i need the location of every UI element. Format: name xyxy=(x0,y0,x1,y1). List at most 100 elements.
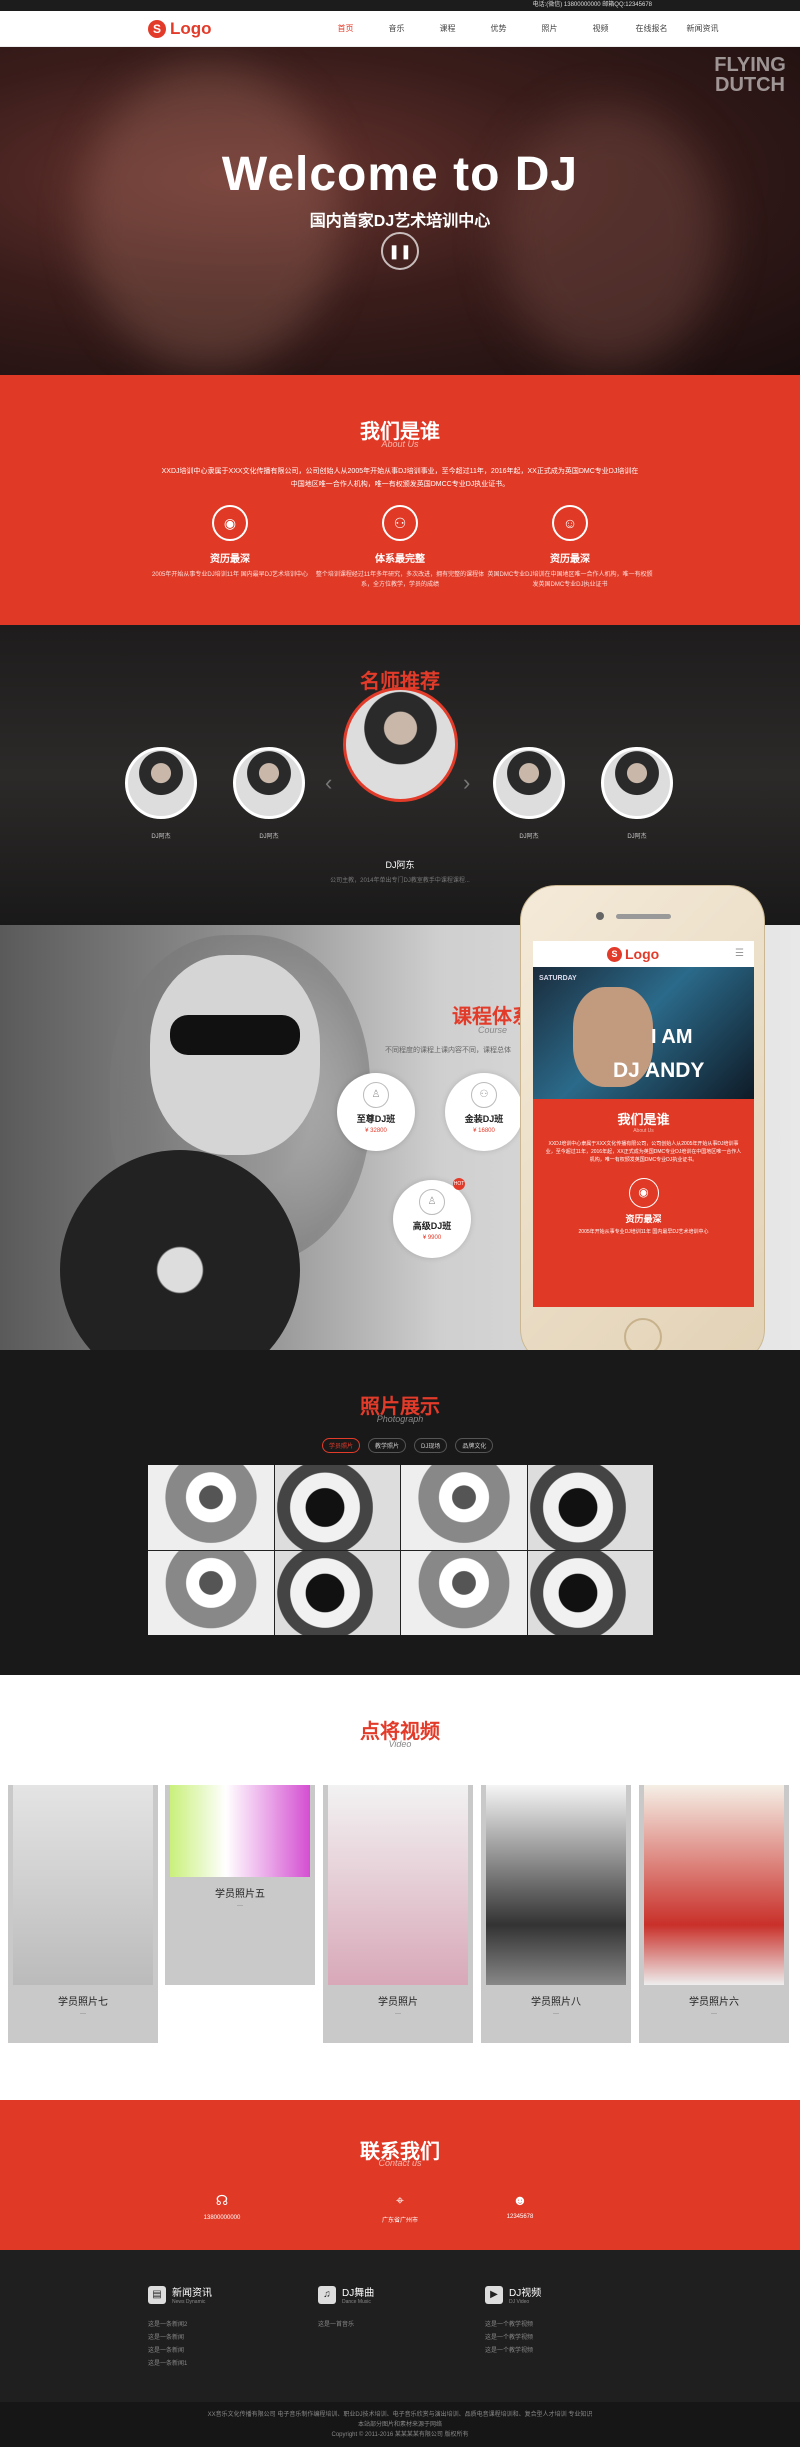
pause-button[interactable]: ❚❚ xyxy=(381,232,419,270)
tab-dj-live[interactable]: DJ现场 xyxy=(414,1438,448,1453)
feature-1: ◉ 资历最深 2005年开始从事专业DJ培训11年 国内最早DJ艺术培训中心 xyxy=(145,505,315,580)
mobile-about-title: 我们是谁 xyxy=(617,1112,670,1127)
photo-item[interactable] xyxy=(274,1550,400,1635)
banner-dj-name: DJ ANDY xyxy=(613,1059,705,1082)
sunglasses-shape xyxy=(170,1015,300,1055)
photo-section: 照片展示 Photograph 学员照片 教学照片 DJ现场 品牌文化 xyxy=(0,1350,800,1675)
teacher-avatar-featured[interactable] xyxy=(343,687,458,802)
copyright-line-2: 本站部分图片和素材来源于网络 xyxy=(357,2422,442,2428)
pause-icon: ❚❚ xyxy=(388,242,412,259)
footer-link[interactable]: 这是一个教学视频 xyxy=(485,2319,645,2332)
logo-icon: S xyxy=(148,20,166,38)
phone-screen: S Logo ☰ SATURDAY I AM DJ ANDY 我们是谁 Abou… xyxy=(533,941,754,1307)
copyright-bar: XX音乐文化传播有限公司 电子音乐制作编程培训、职业DJ技术培训、电子音乐欣赏与… xyxy=(0,2402,800,2447)
network-icon: ⚇ xyxy=(471,1082,497,1108)
course-price: ¥ 16800 xyxy=(473,1128,495,1134)
video-caption: 学员照片五 xyxy=(215,1889,265,1900)
tab-teaching-photos[interactable]: 教学照片 xyxy=(368,1438,407,1453)
video-thumbnail xyxy=(13,1785,153,1985)
course-desc: 不同程度的课程上课内容不同，课程总体 xyxy=(385,1047,511,1054)
nav-item-home[interactable]: 首页 xyxy=(320,11,371,47)
teacher-name: DJ阿杰 xyxy=(627,834,647,840)
course-price: ¥ 32800 xyxy=(365,1128,387,1134)
video-thumbnail xyxy=(644,1785,784,1985)
tab-brand-culture[interactable]: 品牌文化 xyxy=(455,1438,494,1453)
video-card[interactable]: 学员照片 — xyxy=(323,1785,473,2043)
video-subtitle: Video xyxy=(388,1739,412,1749)
footer-link[interactable]: 这是一条新闻 xyxy=(148,2345,308,2358)
network-icon: ⚇ xyxy=(382,505,418,541)
course-name: 金装DJ班 xyxy=(464,1114,504,1124)
video-card[interactable]: 学员照片五 — xyxy=(165,1785,315,1985)
teacher-avatar[interactable] xyxy=(601,747,673,819)
footer-link[interactable]: 这是一首音乐 xyxy=(318,2319,478,2332)
footer-link[interactable]: 这是一个教学视频 xyxy=(485,2345,645,2358)
chevron-left-icon[interactable]: ‹ xyxy=(325,770,332,796)
feature-desc: 英国DMC专业DJ培训在中国地区唯一合作人机构，唯一有权颁发英国DMC专业DJ执… xyxy=(487,572,653,588)
video-caption: 学员照片六 xyxy=(689,1997,739,2008)
logo[interactable]: S Logo xyxy=(148,19,212,39)
person-icon: ☺ xyxy=(552,505,588,541)
hamburger-icon: ☰ xyxy=(735,948,744,959)
photo-item[interactable] xyxy=(148,1465,274,1550)
featured-teacher-name: DJ阿东 xyxy=(385,860,415,870)
photo-item[interactable] xyxy=(401,1550,527,1635)
video-caption: 学员照片七 xyxy=(58,1997,108,2008)
video-section: 点将视频 Video 学员照片七 — 学员照片五 — 学员照片 — 学员照片八 … xyxy=(0,1675,800,2100)
course-card[interactable]: ♙ 至尊DJ班 ¥ 32800 xyxy=(337,1073,415,1151)
video-card[interactable]: 学员照片七 — xyxy=(8,1785,158,2043)
hero-subtitle: 国内首家DJ艺术培训中心 xyxy=(309,213,491,230)
radio-icon: ◉ xyxy=(212,505,248,541)
nav-item-signup[interactable]: 在线报名 xyxy=(626,11,677,47)
footer-link[interactable]: 这是一个教学视频 xyxy=(485,2332,645,2345)
featured-teacher-desc: 公司主教，2014年单出专门DJ教室教手中课程课程... xyxy=(330,878,470,884)
course-card[interactable]: ⚇ 金装DJ班 ¥ 16800 xyxy=(445,1073,523,1151)
nav-item-photos[interactable]: 照片 xyxy=(524,11,575,47)
footer-news: ▤ 新闻资讯 News Dynamic 这是一条新闻2 这是一条新闻 这是一条新闻 … xyxy=(148,2284,308,2371)
main-nav: S Logo 首页 音乐 课程 优势 照片 视频 在线报名 新闻资讯 xyxy=(0,11,800,47)
mobile-feature-desc: 2005年开始从事专业DJ培训11年 国内最早DJ艺术培训中心 xyxy=(578,1229,709,1235)
hero-deco-text: FLYING DUTCH xyxy=(714,54,786,96)
banner-top-text: SATURDAY xyxy=(539,975,577,982)
footer-col-sub: News Dynamic xyxy=(172,2299,206,2305)
news-icon: ▤ xyxy=(148,2285,166,2304)
video-card[interactable]: 学员照片八 — xyxy=(481,1785,631,2043)
video-card[interactable]: 学员照片六 — xyxy=(639,1785,789,2043)
course-name: 至尊DJ班 xyxy=(356,1114,396,1124)
footer-link[interactable]: 这是一条新闻2 xyxy=(148,2319,308,2332)
nav-menu: 首页 音乐 课程 优势 照片 视频 在线报名 新闻资讯 xyxy=(320,11,728,47)
photo-item[interactable] xyxy=(527,1465,653,1550)
video-thumbnail xyxy=(486,1785,626,1985)
footer-col-sub: Dance Music xyxy=(342,2299,371,2305)
footer-link[interactable]: 这是一条新闻 xyxy=(148,2332,308,2345)
footer-col-title: 新闻资讯 xyxy=(172,2288,212,2299)
nav-item-advantage[interactable]: 优势 xyxy=(473,11,524,47)
banner-iam: I AM xyxy=(651,1026,693,1048)
music-icon: ♫ xyxy=(318,2285,336,2304)
feature-title: 体系最完整 xyxy=(375,554,425,565)
tab-student-photos[interactable]: 学员照片 xyxy=(322,1438,361,1453)
photo-item[interactable] xyxy=(401,1465,527,1550)
video-meta: — xyxy=(553,2011,559,2017)
course-card[interactable]: HOT ♙ 高级DJ班 ¥ 9900 xyxy=(393,1178,471,1258)
teacher-avatar[interactable] xyxy=(125,747,197,819)
photo-tabs: 学员照片 教学照片 DJ现场 品牌文化 xyxy=(322,1438,494,1453)
photo-item[interactable] xyxy=(274,1465,400,1550)
teacher-name: DJ阿杰 xyxy=(151,834,171,840)
teacher-avatar[interactable] xyxy=(493,747,565,819)
nav-item-course[interactable]: 课程 xyxy=(422,11,473,47)
teacher-section: 名师推荐 Teacher DJ阿杰 DJ阿杰 ‹ › DJ阿杰 DJ阿杰 DJ阿… xyxy=(0,625,800,925)
photo-item[interactable] xyxy=(527,1550,653,1635)
nav-item-news[interactable]: 新闻资讯 xyxy=(677,11,728,47)
footer-link[interactable]: 这是一条新闻1 xyxy=(148,2358,308,2371)
nav-item-music[interactable]: 音乐 xyxy=(371,11,422,47)
chevron-right-icon[interactable]: › xyxy=(463,770,470,796)
photo-item[interactable] xyxy=(148,1550,274,1635)
radio-icon: ◉ xyxy=(628,1178,659,1208)
feature-desc: 2005年开始从事专业DJ培训11年 国内最早DJ艺术培训中心 xyxy=(152,572,308,578)
nav-item-video[interactable]: 视频 xyxy=(575,11,626,47)
user-icon: ♙ xyxy=(419,1189,445,1215)
teacher-avatar[interactable] xyxy=(233,747,305,819)
mobile-about: 我们是谁 About Us XXDJ培训中心隶属于XXX文化传播有限公司，公司创… xyxy=(533,1099,754,1307)
hero-photo-2 xyxy=(500,107,720,367)
